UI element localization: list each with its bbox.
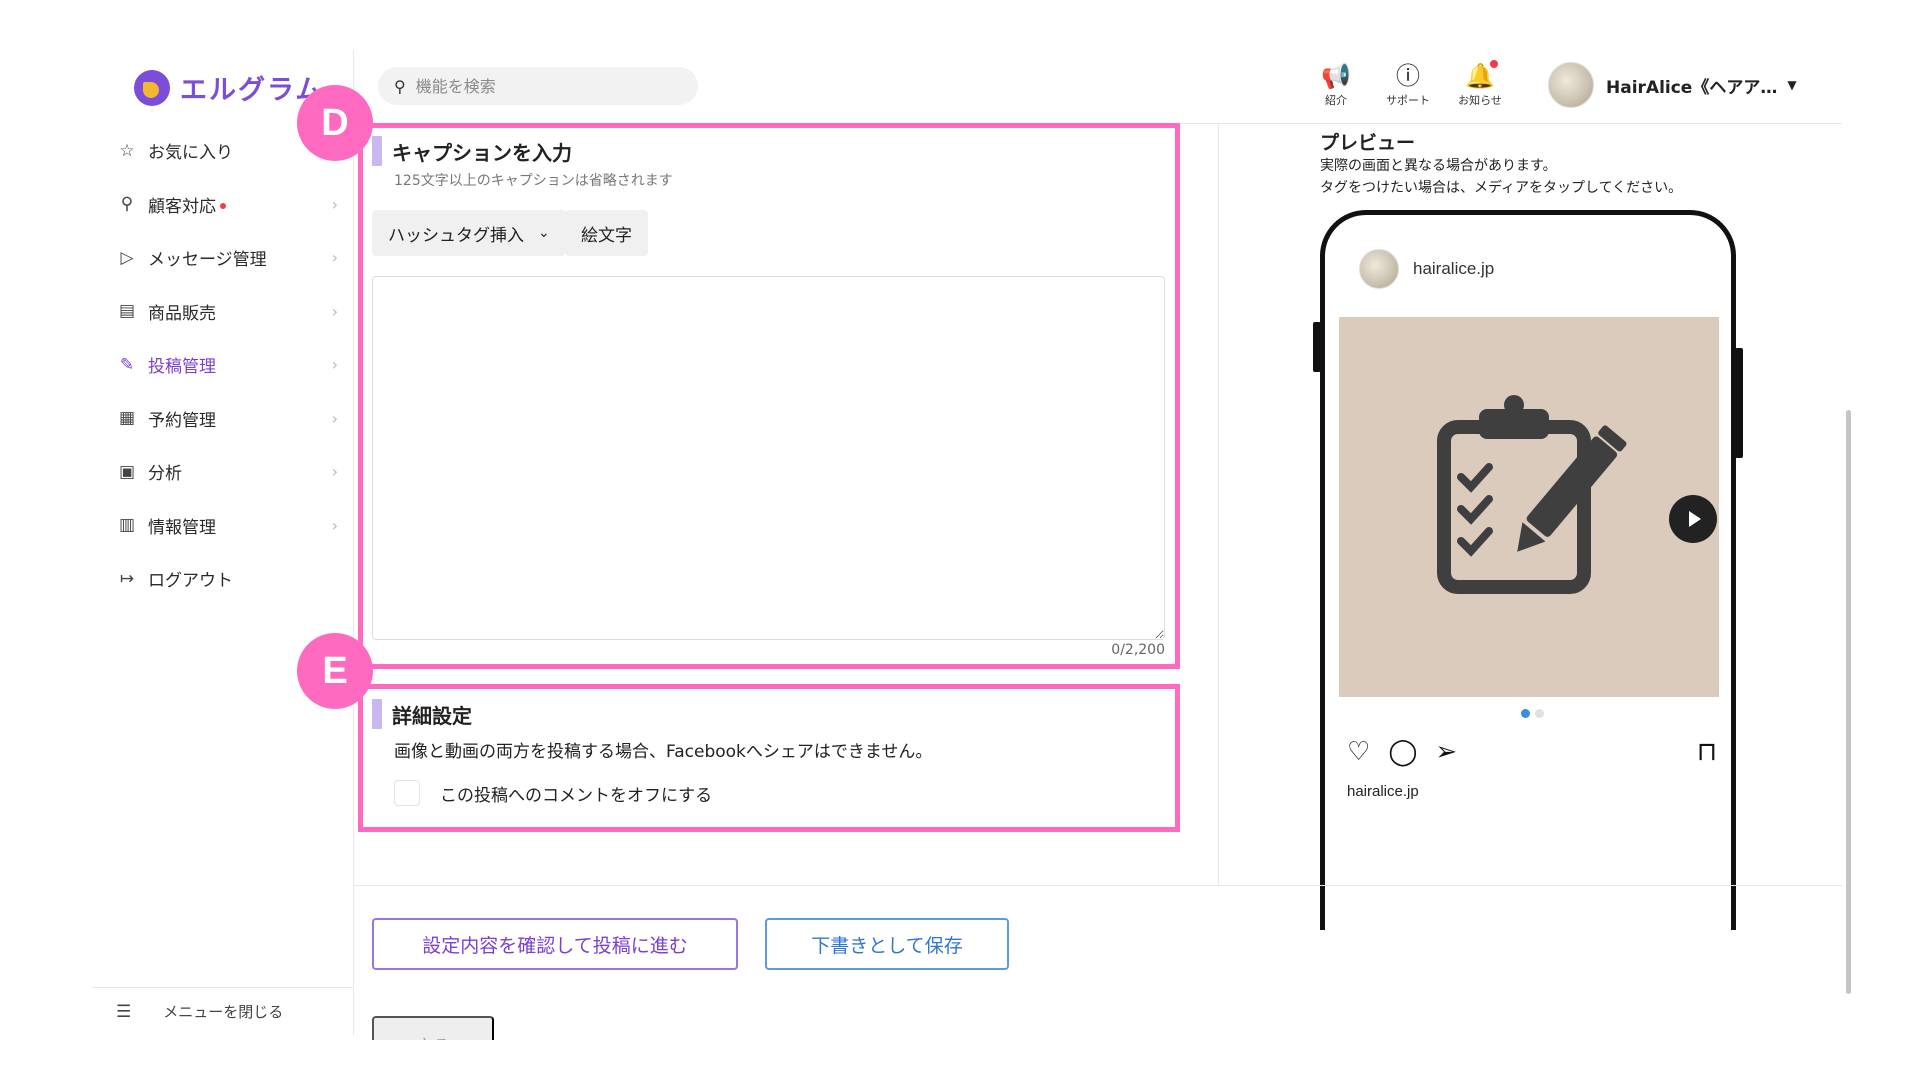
chevron-right-icon: › <box>331 462 338 482</box>
sidebar-item[interactable]: ▦ 予約管理 › <box>116 392 346 446</box>
highlight-box-e <box>358 684 1180 832</box>
logout-icon: ↦ <box>119 568 135 589</box>
calendar-icon: ▦ <box>118 408 136 429</box>
carousel-dot <box>1521 709 1530 718</box>
post-header: hairalice.jp <box>1359 249 1494 289</box>
chevron-right-icon: › <box>331 408 338 428</box>
chevron-right-icon: › <box>331 248 338 268</box>
header-icon-label: サポート <box>1386 94 1430 107</box>
star-icon: ☆ <box>119 140 135 161</box>
comment-icon[interactable]: ◯ <box>1388 737 1417 767</box>
close-menu-label: メニューを閉じる <box>163 1003 284 1021</box>
avatar <box>1548 62 1594 108</box>
report-icon: ▣ <box>118 461 136 482</box>
post-media[interactable] <box>1339 317 1719 697</box>
header-icons: 📢 紹介 ⓘ サポート 🔔 お知らせ <box>1300 60 1516 108</box>
sidebar-item[interactable]: ⚲ 顧客対応 › <box>116 178 346 232</box>
sidebar-item-label: ログアウト <box>148 571 233 592</box>
confirm-and-post-button[interactable]: 設定内容を確認して投稿に進む <box>372 918 738 970</box>
footer-divider <box>354 885 1842 886</box>
search-box[interactable]: ⚲ <box>378 67 698 105</box>
user-menu[interactable]: HairAlice《ヘアア… ▼ <box>1548 62 1797 108</box>
sidebar-item[interactable]: ✎ 投稿管理 › <box>116 338 346 392</box>
megaphone-icon: 📢 <box>1321 62 1351 90</box>
post-avatar <box>1359 249 1399 289</box>
chevron-right-icon: › <box>331 194 338 214</box>
sidebar-item-label: 分析 <box>148 464 182 485</box>
edit-icon: ✎ <box>119 354 135 375</box>
sidebar-item-label: 商品販売 <box>148 303 216 324</box>
highlight-badge-e: E <box>297 633 373 709</box>
highlight-badge-d: D <box>297 85 373 161</box>
sidebar-item[interactable]: ↦ ログアウト <box>116 552 346 606</box>
menu-collapse-icon: ☰ <box>116 1001 132 1022</box>
app-logo[interactable]: エルグラム <box>134 68 324 107</box>
send-icon: ▷ <box>120 247 134 268</box>
sidebar-item-label: お気に入り <box>148 143 233 164</box>
megaphone-button[interactable]: 📢 紹介 <box>1300 60 1372 108</box>
post-handle: hairalice.jp <box>1413 259 1495 278</box>
caret-down-icon: ▼ <box>1787 78 1797 92</box>
chevron-right-icon: › <box>331 301 338 321</box>
preview-divider <box>1218 123 1219 885</box>
help-button[interactable]: ⓘ サポート <box>1372 60 1444 108</box>
search-icon: ⚲ <box>394 76 406 96</box>
sidebar-item[interactable]: ▣ 分析 › <box>116 445 346 499</box>
help-icon: ⓘ <box>1396 62 1420 90</box>
sidebar: エルグラム ☆ お気に入り ⚲ 顧客対応 › ▷ メッセージ管理 › ▤ 商品販売 › ✎ 投稿管理 › ▦… <box>92 50 354 1035</box>
notification-dot <box>1490 60 1498 68</box>
sidebar-item[interactable]: ▷ メッセージ管理 › <box>116 231 346 285</box>
phone-side-button <box>1735 348 1743 458</box>
clipboard-edit-icon <box>1437 395 1627 594</box>
carousel-dots <box>1521 709 1544 718</box>
preview-note-2: タグをつけたい場合は、メディアをタップしてください。 <box>1320 180 1683 196</box>
chevron-right-icon: › <box>331 515 338 535</box>
preview-title: プレビュー <box>1320 132 1416 154</box>
preview-note-1: 実際の画面と異なる場合があります。 <box>1320 158 1557 174</box>
close-menu-button[interactable]: ☰ メニューを閉じる <box>92 987 354 1035</box>
carousel-next-button[interactable] <box>1669 495 1717 543</box>
sidebar-item-label: 顧客対応 <box>148 196 216 217</box>
search-input[interactable] <box>415 76 666 96</box>
person-icon: ⚲ <box>120 194 134 215</box>
post-actions: ♡ ◯ ➢ ⊓ <box>1347 737 1717 767</box>
bell-button[interactable]: 🔔 お知らせ <box>1444 60 1516 108</box>
share-icon[interactable]: ➢ <box>1435 737 1457 767</box>
bell-icon: 🔔 <box>1465 62 1495 90</box>
sidebar-item-label: 投稿管理 <box>148 357 216 378</box>
sidebar-item-label: 予約管理 <box>148 410 216 431</box>
scrollbar[interactable] <box>1846 410 1851 994</box>
store-icon: ▤ <box>118 301 136 322</box>
sidebar-nav: ☆ お気に入り ⚲ 顧客対応 › ▷ メッセージ管理 › ▤ 商品販売 › ✎ 投稿管理 › ▦ 予約管理 › ▣… <box>116 124 346 606</box>
bar-chart-icon: ▥ <box>118 515 136 536</box>
logo-mark-icon <box>134 69 170 106</box>
save-draft-button[interactable]: 下書きとして保存 <box>765 918 1009 970</box>
bookmark-icon[interactable]: ⊓ <box>1697 737 1717 767</box>
sidebar-item[interactable]: ▥ 情報管理 › <box>116 499 346 553</box>
user-name: HairAlice《ヘアア… <box>1606 77 1778 98</box>
post-caption-handle: hairalice.jp <box>1347 783 1419 800</box>
heart-icon[interactable]: ♡ <box>1347 737 1370 767</box>
highlight-box-d <box>358 123 1180 669</box>
sidebar-item[interactable]: ▤ 商品販売 › <box>116 285 346 339</box>
header-icon-label: 紹介 <box>1325 94 1347 107</box>
sidebar-item-label: メッセージ管理 <box>148 250 267 271</box>
chevron-right-icon: › <box>331 355 338 375</box>
notification-dot <box>220 202 226 209</box>
carousel-dot <box>1535 709 1544 718</box>
header-icon-label: お知らせ <box>1458 94 1502 107</box>
phone-preview: hairalice.jp ♡ ◯ ➢ ⊓ hairalice.jp <box>1320 210 1736 930</box>
sidebar-item-label: 情報管理 <box>148 517 216 538</box>
viewport-bottom-edge <box>0 1040 1920 1080</box>
